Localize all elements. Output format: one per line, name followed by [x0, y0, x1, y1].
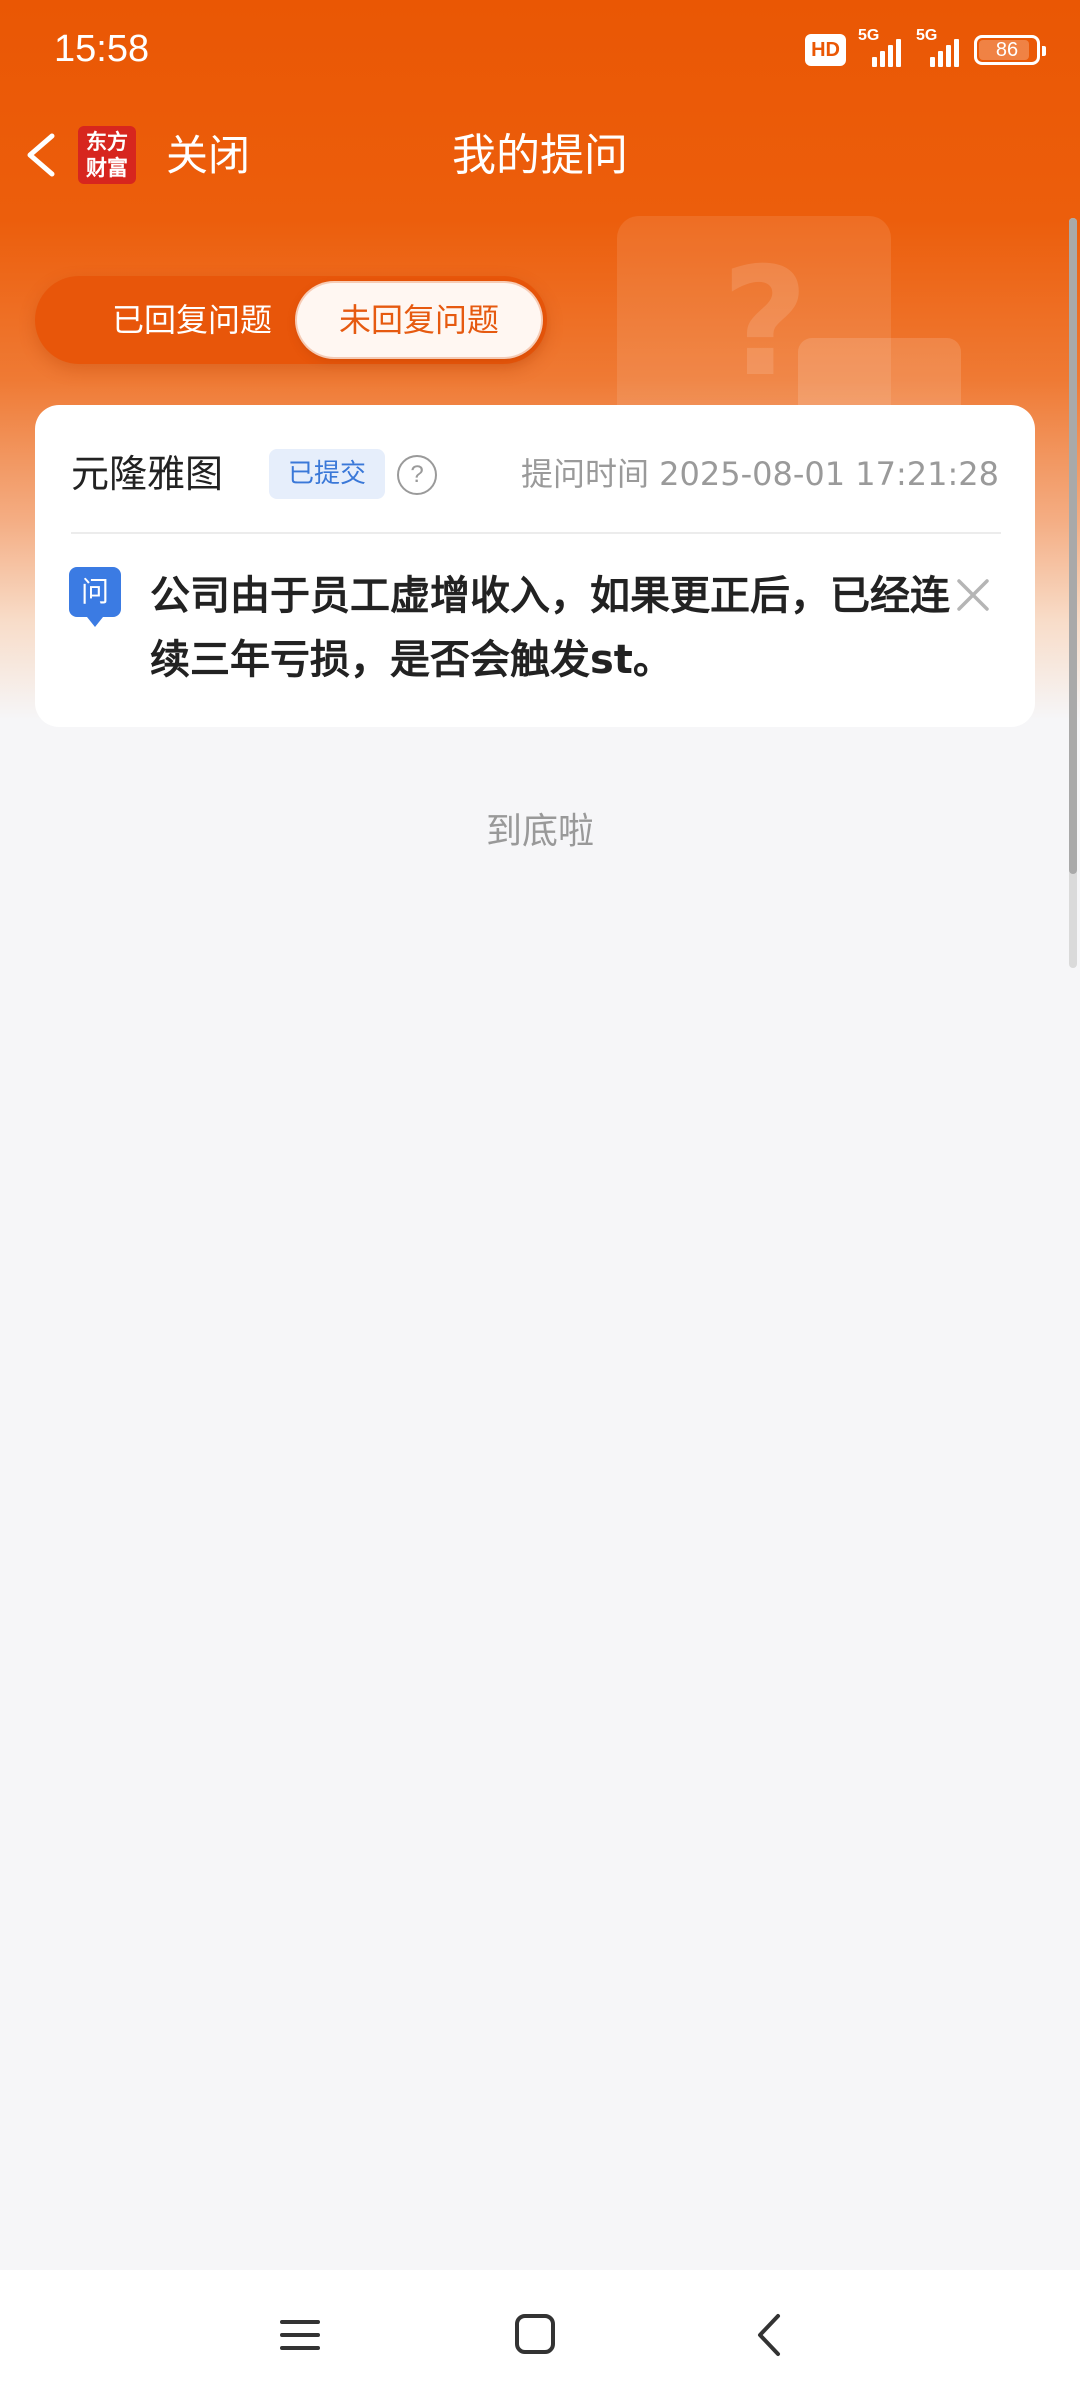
home-icon[interactable]: [505, 2310, 565, 2360]
menu-icon[interactable]: [270, 2310, 330, 2360]
question-icon: 问: [69, 567, 121, 627]
scrollbar-thumb[interactable]: [1069, 218, 1077, 874]
divider: [71, 532, 1001, 534]
question-card[interactable]: 元隆雅图 已提交 ? 提问时间 2025-08-01 17:21:28 问 公司…: [35, 405, 1035, 727]
question-tabs: 已回复问题 未回复问题: [35, 276, 547, 364]
help-icon[interactable]: ?: [397, 455, 437, 495]
status-icons: HD 5G 5G 86: [805, 27, 1046, 72]
back-icon[interactable]: [742, 2310, 802, 2360]
scrollbar[interactable]: [1066, 218, 1080, 968]
tab-answered[interactable]: 已回复问题: [70, 276, 322, 364]
question-time: 提问时间 2025-08-01 17:21:28: [520, 455, 999, 493]
tab-unanswered[interactable]: 未回复问题: [297, 283, 541, 357]
company-name: 元隆雅图: [71, 452, 224, 496]
question-text: 公司由于员工虚增收入，如果更正后，已经连续三年亏损，是否会触发st。: [150, 573, 950, 683]
signal-icon-2: 5G: [916, 27, 962, 67]
hd-badge: HD: [805, 34, 846, 66]
close-icon[interactable]: [953, 575, 993, 615]
signal-icon: 5G: [858, 27, 904, 67]
page-title: 我的提问: [452, 130, 628, 181]
status-time: 15:58: [54, 28, 150, 70]
system-navigation-bar: [0, 2270, 1080, 2400]
battery-icon: 86: [974, 35, 1046, 65]
end-of-list-hint: 到底啦: [485, 811, 594, 852]
status-badge: 已提交: [269, 449, 385, 499]
battery-level: 86: [995, 38, 1019, 61]
